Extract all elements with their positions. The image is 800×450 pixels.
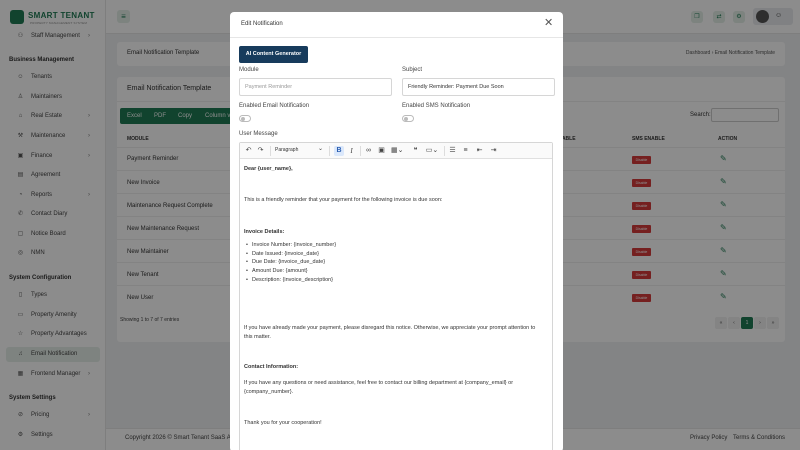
message-greeting: Dear {user_name}, xyxy=(244,166,293,172)
table-icon[interactable]: ▦⌄ xyxy=(391,146,403,156)
editor-toolbar: ↶ ↷ Paragraph ⌄ B I ∞ ▣ ▦⌄ ❝ ▭⌄ ☰ ≡ ⇤ ⇥ xyxy=(240,143,552,159)
italic-icon[interactable]: I xyxy=(347,146,356,156)
subject-label: Subject xyxy=(402,67,423,73)
outdent-icon[interactable]: ⇤ xyxy=(475,146,484,156)
toggle-knob xyxy=(241,117,245,121)
module-input[interactable]: Payment Reminder xyxy=(239,78,392,96)
message-paid-note-cont: this matter. xyxy=(244,334,271,340)
message-contact-cont: {company_number}. xyxy=(244,389,294,395)
message-intro: This is a friendly reminder that your pa… xyxy=(244,197,443,203)
list-item: Amount Due: {amount} xyxy=(246,268,308,274)
message-details-heading: Invoice Details: xyxy=(244,229,285,235)
message-paid-note: If you have already made your payment, p… xyxy=(244,325,536,331)
message-contact-heading: Contact Information: xyxy=(244,364,299,370)
chevron-down-icon[interactable]: ⌄ xyxy=(318,145,323,152)
divider xyxy=(270,146,271,156)
numbered-list-icon[interactable]: ≡ xyxy=(461,146,470,156)
list-item: Due Date: {invoice_due_date} xyxy=(246,259,325,265)
undo-icon[interactable]: ↶ xyxy=(244,146,253,156)
redo-icon[interactable]: ↷ xyxy=(256,146,265,156)
divider xyxy=(329,146,330,156)
module-label: Module xyxy=(239,67,259,73)
modal-title: Edit Notification xyxy=(241,21,283,27)
modal-header: Edit Notification ✕ xyxy=(230,12,563,38)
divider xyxy=(360,146,361,156)
ai-content-generator-button[interactable]: AI Content Generator xyxy=(239,46,308,63)
toggle-knob xyxy=(404,117,408,121)
image-icon[interactable]: ▣ xyxy=(377,146,386,156)
rich-text-editor[interactable]: ↶ ↷ Paragraph ⌄ B I ∞ ▣ ▦⌄ ❝ ▭⌄ ☰ ≡ ⇤ ⇥ … xyxy=(239,142,553,450)
media-icon[interactable]: ▭⌄ xyxy=(425,146,439,156)
message-contact: If you have any questions or need assist… xyxy=(244,380,514,386)
edit-notification-modal: Edit Notification ✕ AI Content Generator… xyxy=(230,12,563,450)
email-notification-toggle[interactable] xyxy=(239,115,251,122)
message-thanks: Thank you for your cooperation! xyxy=(244,420,322,426)
quote-icon[interactable]: ❝ xyxy=(411,146,420,156)
list-item: Description: {invoice_description} xyxy=(246,277,333,283)
sms-notification-toggle[interactable] xyxy=(402,115,414,122)
subject-input[interactable]: Friendly Reminder: Payment Due Soon xyxy=(402,78,555,96)
link-icon[interactable]: ∞ xyxy=(364,146,373,156)
list-item: Invoice Number: {invoice_number} xyxy=(246,242,336,248)
bullet-list-icon[interactable]: ☰ xyxy=(448,146,457,156)
block-format-select[interactable]: Paragraph xyxy=(275,147,298,153)
divider xyxy=(444,146,445,156)
email-toggle-label: Enabled Email Notification xyxy=(239,103,310,109)
sms-toggle-label: Enabled SMS Notification xyxy=(402,103,471,109)
close-icon[interactable]: ✕ xyxy=(544,18,553,29)
indent-icon[interactable]: ⇥ xyxy=(489,146,498,156)
list-item: Date Issued: {invoice_date} xyxy=(246,251,319,257)
bold-icon[interactable]: B xyxy=(334,146,344,156)
user-message-label: User Message xyxy=(239,131,278,137)
